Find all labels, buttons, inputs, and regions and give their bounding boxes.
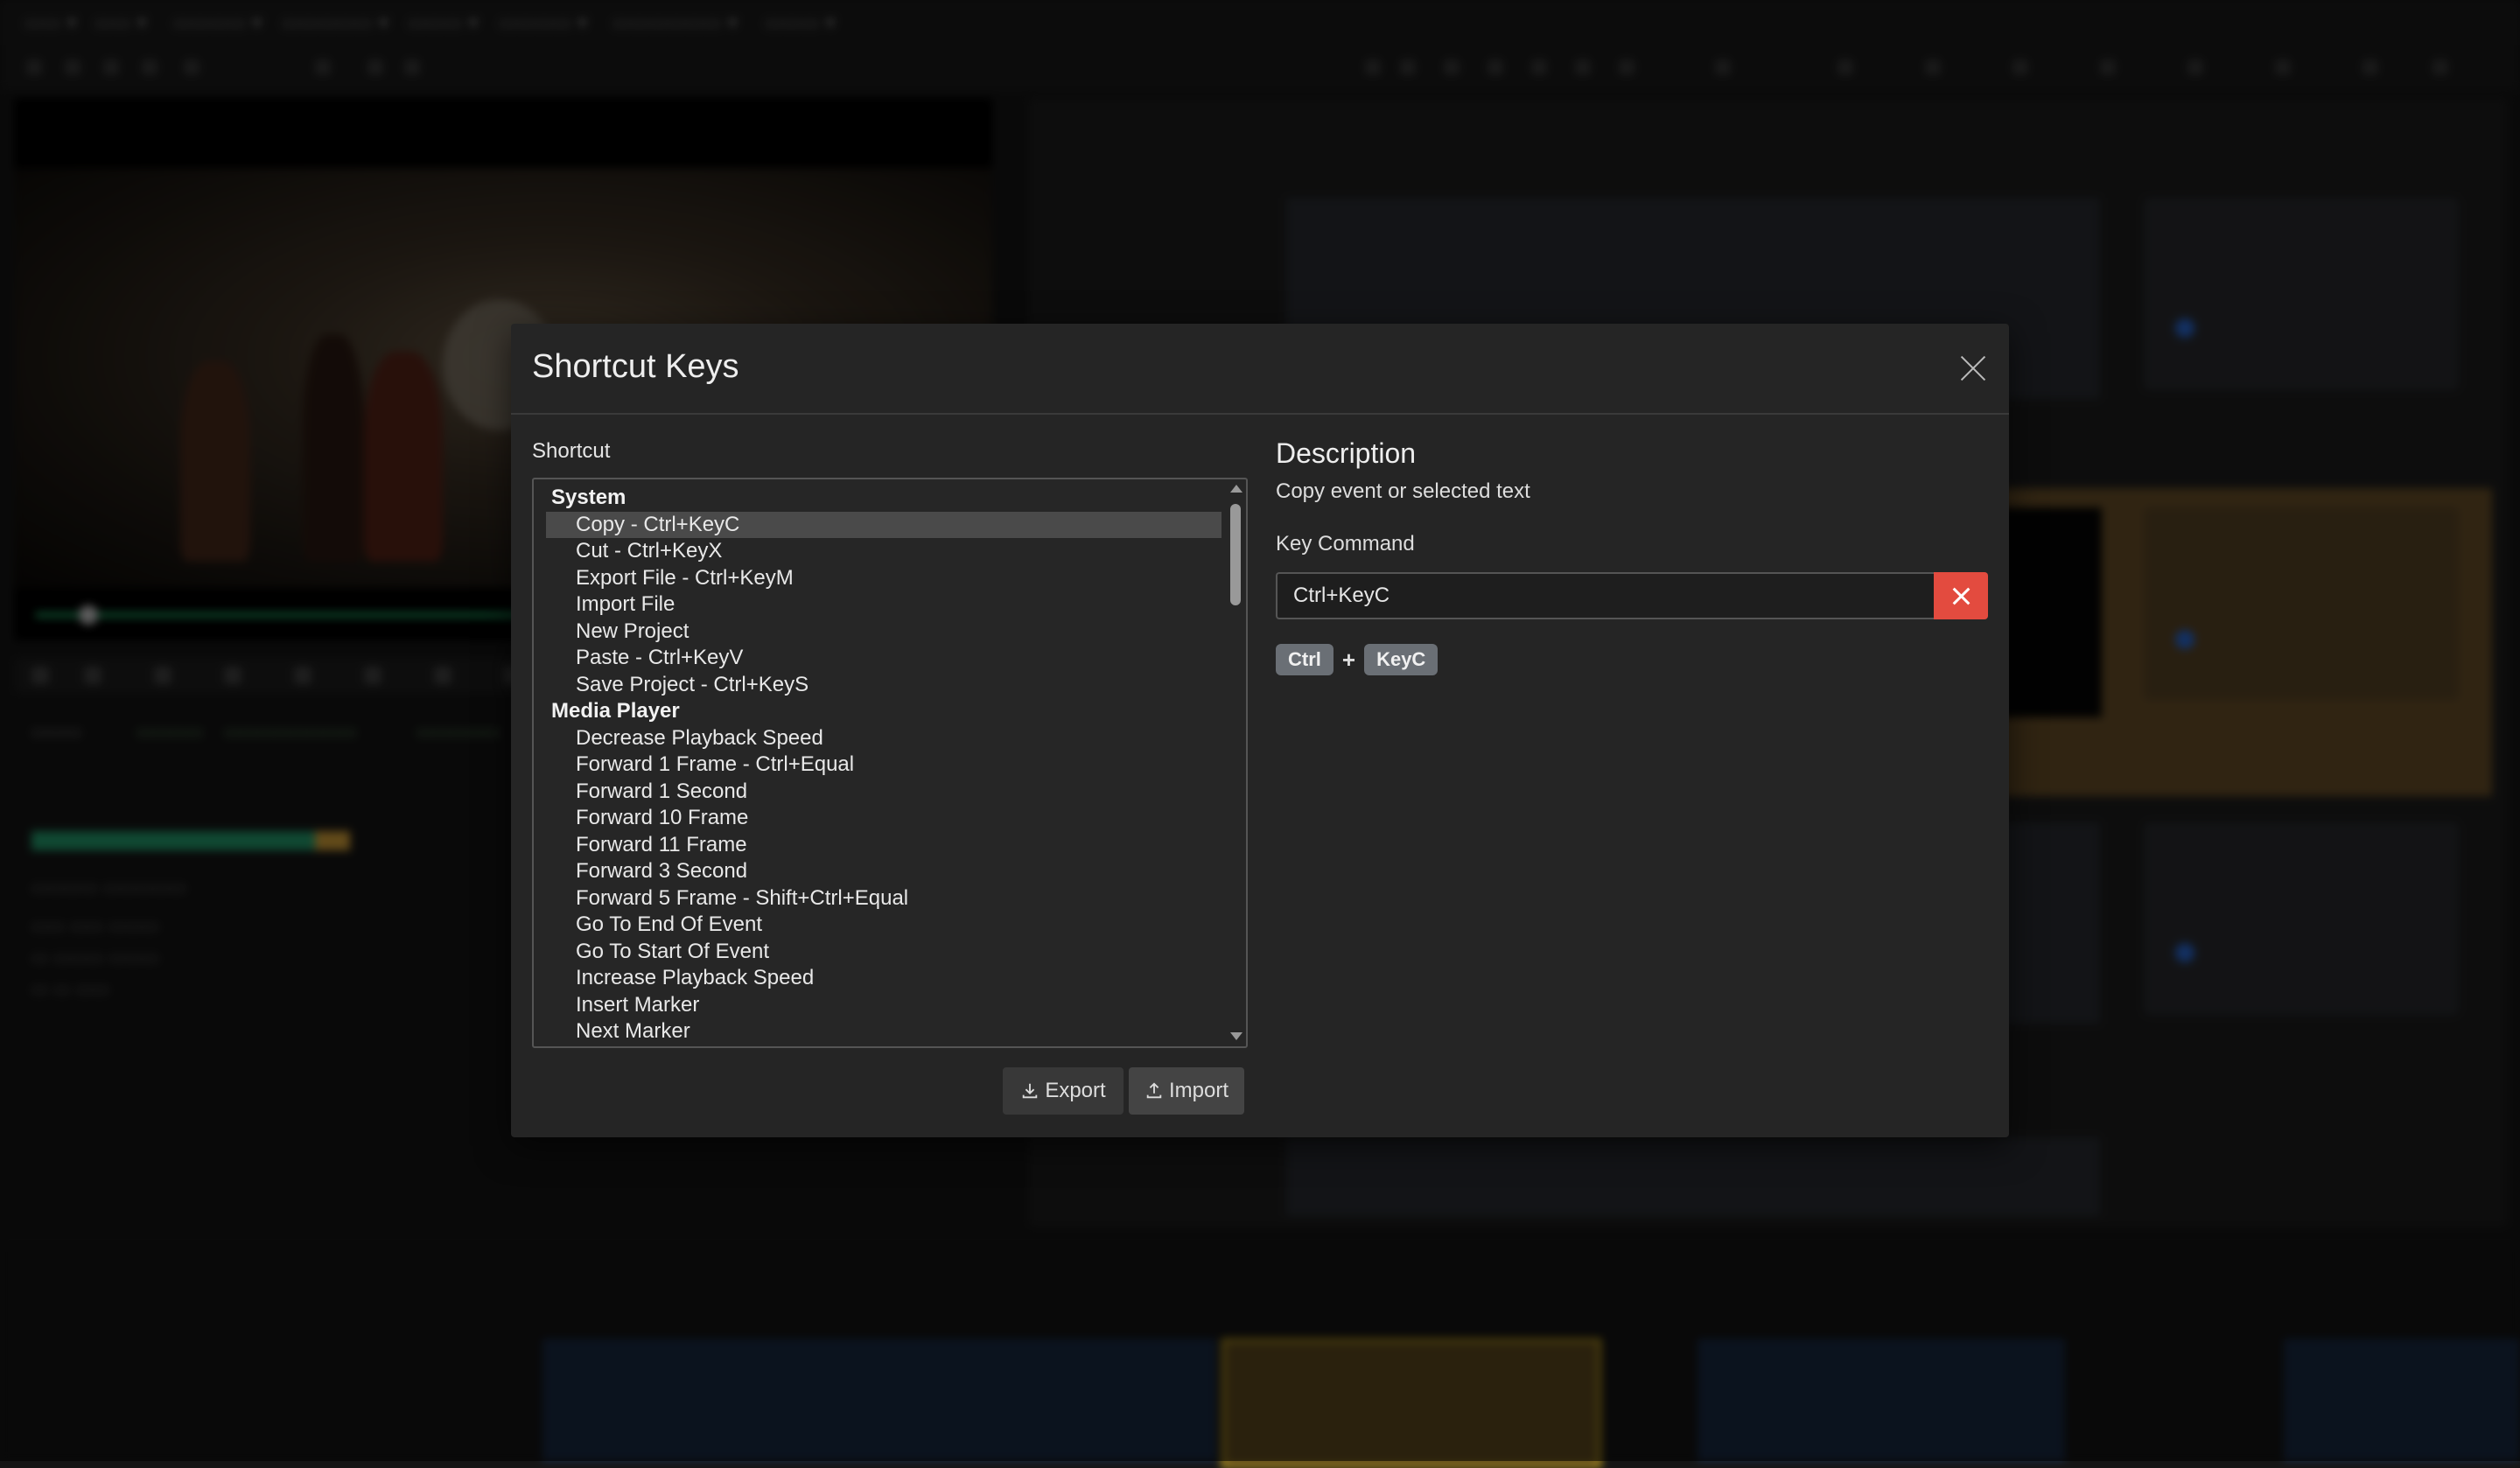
key-command-input[interactable] [1276, 572, 1934, 619]
import-button[interactable]: Import [1129, 1067, 1244, 1115]
list-item[interactable]: Go To End Of Event [546, 912, 1222, 939]
list-item[interactable]: Decrease Playback Speed [546, 725, 1222, 752]
shortcut-list-items: System Copy - Ctrl+KeyC Cut - Ctrl+KeyX Exp… [546, 485, 1222, 1045]
list-item[interactable]: Forward 10 Frame [546, 805, 1222, 832]
key-chips: Ctrl + KeyC [1276, 644, 1438, 675]
list-item[interactable]: New Project [546, 619, 1222, 646]
key-chip: Ctrl [1276, 644, 1334, 675]
list-item[interactable]: Import File [546, 591, 1222, 619]
list-item[interactable]: Cut - Ctrl+KeyX [546, 538, 1222, 565]
dialog-title: Shortcut Keys [532, 348, 739, 385]
key-command-label: Key Command [1276, 532, 1415, 556]
description-title: Description [1276, 437, 1417, 469]
dialog-header: Shortcut Keys [511, 324, 2009, 415]
key-chip: KeyC [1364, 644, 1438, 675]
list-item[interactable]: Go To Start Of Event [546, 939, 1222, 966]
list-item[interactable]: Next Marker [546, 1018, 1222, 1045]
list-item[interactable]: Forward 5 Frame - Shift+Ctrl+Equal [546, 885, 1222, 912]
list-item[interactable]: Paste - Ctrl+KeyV [546, 645, 1222, 672]
list-scrollbar[interactable] [1225, 481, 1244, 1045]
list-item[interactable]: Save Project - Ctrl+KeyS [546, 672, 1222, 699]
list-item[interactable]: Forward 11 Frame [546, 832, 1222, 859]
export-button[interactable]: Export [1003, 1067, 1124, 1115]
list-item[interactable]: Forward 1 Frame - Ctrl+Equal [546, 751, 1222, 779]
list-item[interactable]: Copy - Ctrl+KeyC [546, 511, 1222, 538]
shortcut-label: Shortcut [532, 439, 611, 463]
description-text: Copy event or selected text [1276, 479, 1530, 503]
scroll-up-icon[interactable] [1230, 485, 1242, 493]
scroll-thumb[interactable] [1230, 504, 1241, 605]
list-item[interactable]: Increase Playback Speed [546, 965, 1222, 992]
close-icon[interactable] [1958, 353, 1988, 383]
list-item[interactable]: Forward 1 Second [546, 779, 1222, 806]
list-item[interactable]: Export File - Ctrl+KeyM [546, 565, 1222, 592]
list-item[interactable]: Insert Marker [546, 992, 1222, 1019]
export-label: Export [1045, 1079, 1106, 1102]
list-item[interactable]: Forward 3 Second [546, 858, 1222, 885]
upload-icon [1146, 1082, 1162, 1099]
import-label: Import [1168, 1079, 1228, 1102]
shortcut-list[interactable]: System Copy - Ctrl+KeyC Cut - Ctrl+KeyX Exp… [532, 478, 1248, 1048]
list-group-header: Media Player [551, 699, 680, 723]
list-group-header: System [551, 486, 626, 509]
clear-key-command-button[interactable] [1934, 572, 1988, 619]
scroll-down-icon[interactable] [1230, 1032, 1242, 1040]
shortcut-keys-dialog: Shortcut Keys Shortcut System Copy - Ctrl… [511, 324, 2009, 1137]
download-icon [1023, 1083, 1038, 1099]
plus-sign: + [1341, 646, 1356, 673]
